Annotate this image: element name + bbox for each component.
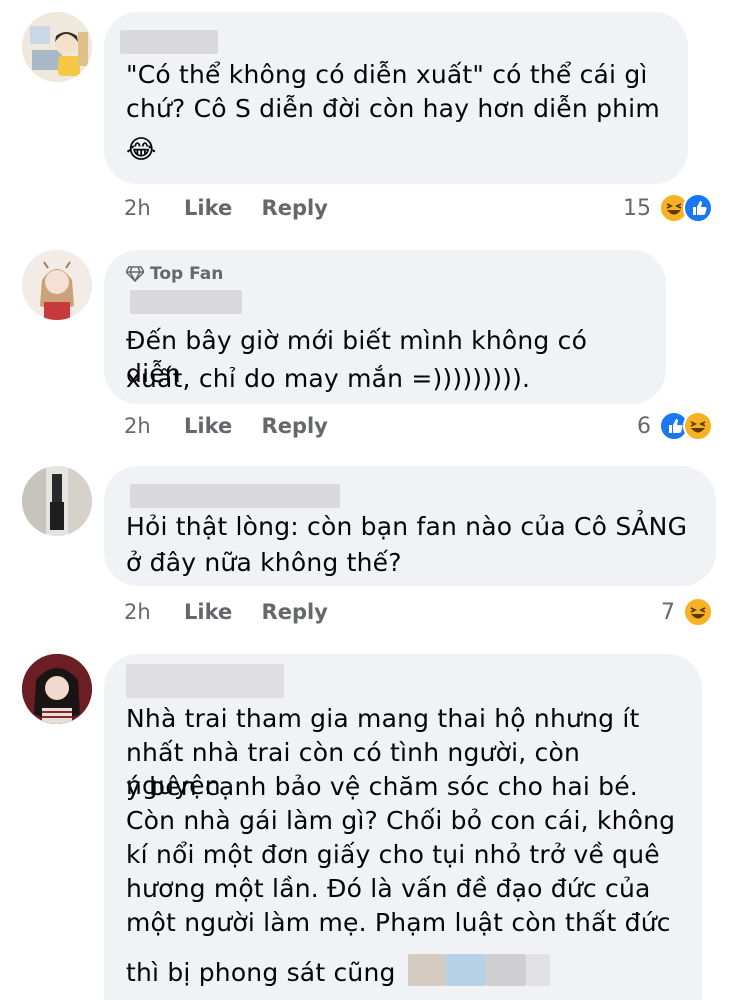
comment-actions: 2h Like Reply xyxy=(124,196,350,220)
like-button[interactable]: Like xyxy=(184,414,232,438)
comment-bubble: "Có thể không có diễn xuất" có thể cái g… xyxy=(104,12,688,184)
avatar[interactable] xyxy=(22,466,92,536)
comment-text-line: "Có thể không có diễn xuất" có thể cái g… xyxy=(126,60,648,89)
haha-reaction-icon xyxy=(683,597,713,627)
comment-text-line: ý bên cạnh bảo vệ chăm sóc cho hai bé. xyxy=(126,772,638,801)
avatar-illustration-icon xyxy=(22,12,92,82)
comment-actions: 2h Like Reply xyxy=(124,414,350,438)
avatar[interactable] xyxy=(22,654,92,724)
comment-bubble: Top Fan Đến bây giờ mới biết mình không … xyxy=(104,250,666,404)
reaction-summary[interactable]: 6 xyxy=(637,411,713,441)
comment-text-line: Nhà trai tham gia mang thai hộ nhưng ít xyxy=(126,704,640,733)
comment-bubble: Nhà trai tham gia mang thai hộ nhưng ít … xyxy=(104,654,702,1000)
like-button[interactable]: Like xyxy=(184,600,232,624)
comment-text-line: xuất, chỉ do may mắn =))))))))). xyxy=(126,364,531,393)
reply-button[interactable]: Reply xyxy=(262,600,328,624)
reply-button[interactable]: Reply xyxy=(262,414,328,438)
comment-timestamp[interactable]: 2h xyxy=(124,600,151,624)
comment-timestamp[interactable]: 2h xyxy=(124,196,151,220)
avatar[interactable] xyxy=(22,12,92,82)
haha-reaction-icon xyxy=(683,411,713,441)
like-reaction-icon xyxy=(683,193,713,223)
reaction-count: 15 xyxy=(623,195,651,221)
comment-text-line: Còn nhà gái làm gì? Chối bỏ con cái, khô… xyxy=(126,806,676,835)
author-name-redacted[interactable] xyxy=(126,664,284,698)
reaction-count: 7 xyxy=(661,599,675,625)
redacted-text xyxy=(446,954,486,986)
avatar-illustration-icon xyxy=(22,654,92,724)
comment-bubble: Hỏi thật lòng: còn bạn fan nào của Cô SẢ… xyxy=(104,466,716,586)
top-fan-label: Top Fan xyxy=(150,264,224,284)
author-name-redacted[interactable] xyxy=(120,30,218,54)
comment-text-line: hương một lần. Đó là vấn đề đạo đức của xyxy=(126,874,651,903)
author-name-redacted[interactable] xyxy=(130,484,340,508)
reply-button[interactable]: Reply xyxy=(262,196,328,220)
avatar[interactable] xyxy=(22,250,92,320)
comment-actions: 2h Like Reply xyxy=(124,600,350,624)
redacted-text xyxy=(408,954,446,986)
comment-text-line: thì bị phong sát cũng xyxy=(126,958,396,987)
avatar-illustration-icon xyxy=(22,250,92,320)
avatar-photo-icon xyxy=(22,466,92,536)
comment-timestamp[interactable]: 2h xyxy=(124,414,151,438)
like-button[interactable]: Like xyxy=(184,196,232,220)
laughing-emoji: 😂 xyxy=(126,135,157,165)
reaction-summary[interactable]: 7 xyxy=(661,597,713,627)
comment-text-line: ở đây nữa không thế? xyxy=(126,548,402,577)
reaction-count: 6 xyxy=(637,413,651,439)
comment-text-line: chứ? Cô S diễn đời còn hay hơn diễn phim xyxy=(126,94,660,123)
author-name-redacted[interactable] xyxy=(130,290,242,314)
reaction-summary[interactable]: 15 xyxy=(623,193,713,223)
comment-text-line: Hỏi thật lòng: còn bạn fan nào của Cô SẢ… xyxy=(126,512,688,541)
redacted-text xyxy=(486,954,526,986)
top-fan-badge: Top Fan xyxy=(126,264,223,284)
redacted-text xyxy=(526,954,550,986)
diamond-icon xyxy=(126,266,144,282)
comment-text-line: kí nổi một đơn giấy cho tụi nhỏ trở về q… xyxy=(126,840,660,869)
comment-text-line: một người làm mẹ. Phạm luật còn thất đức xyxy=(126,908,671,937)
